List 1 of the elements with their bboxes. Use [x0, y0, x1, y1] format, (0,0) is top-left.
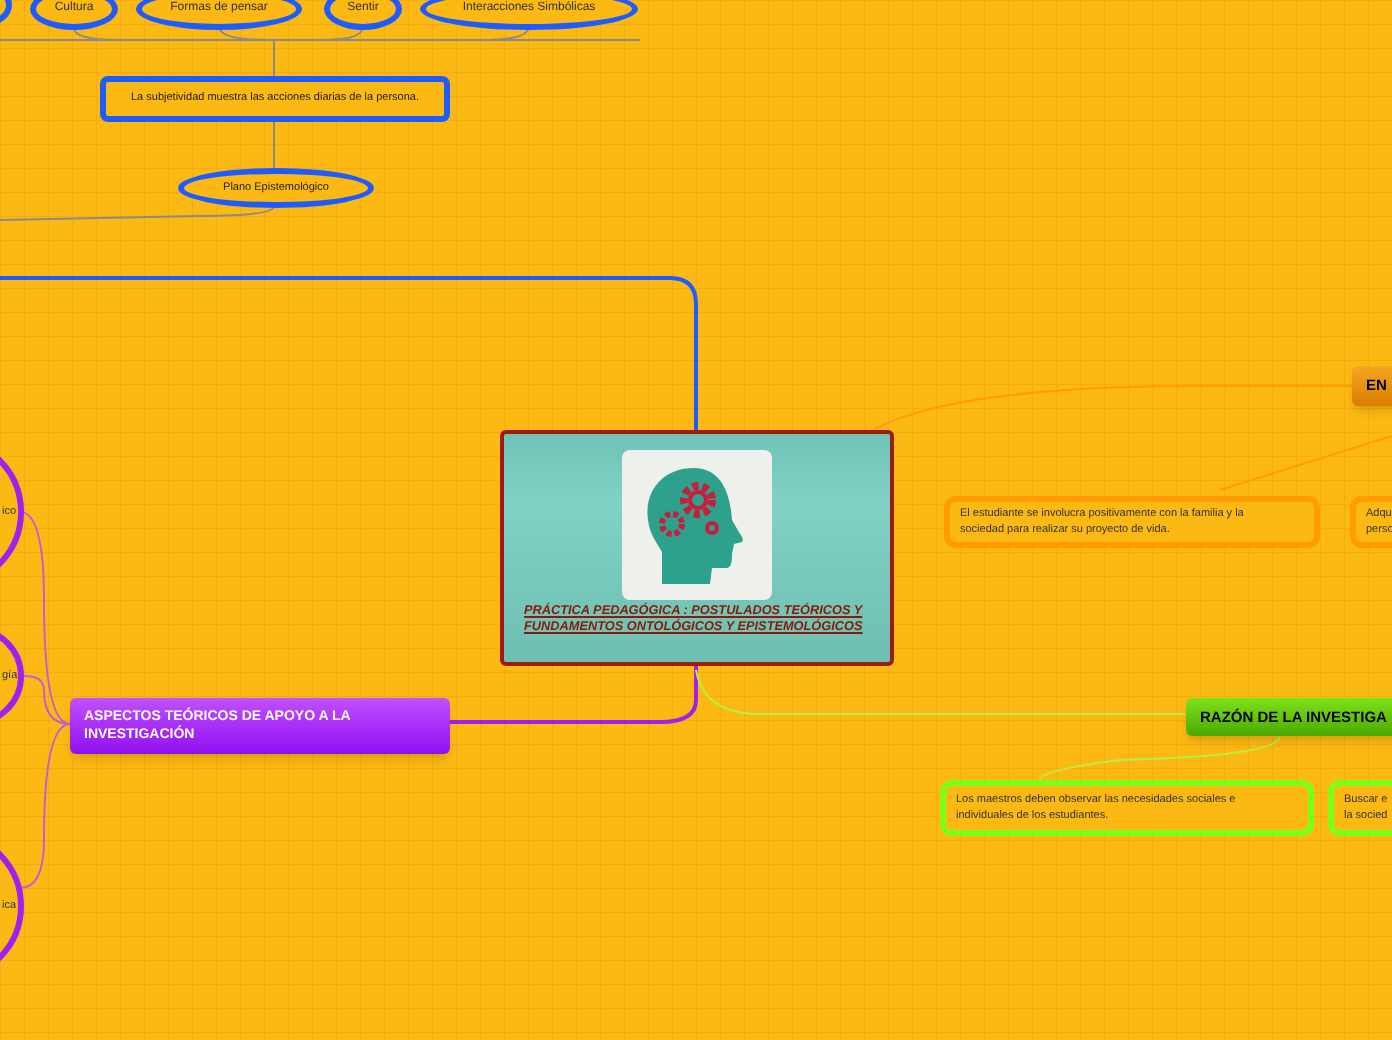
head-gears-icon [622, 450, 772, 600]
